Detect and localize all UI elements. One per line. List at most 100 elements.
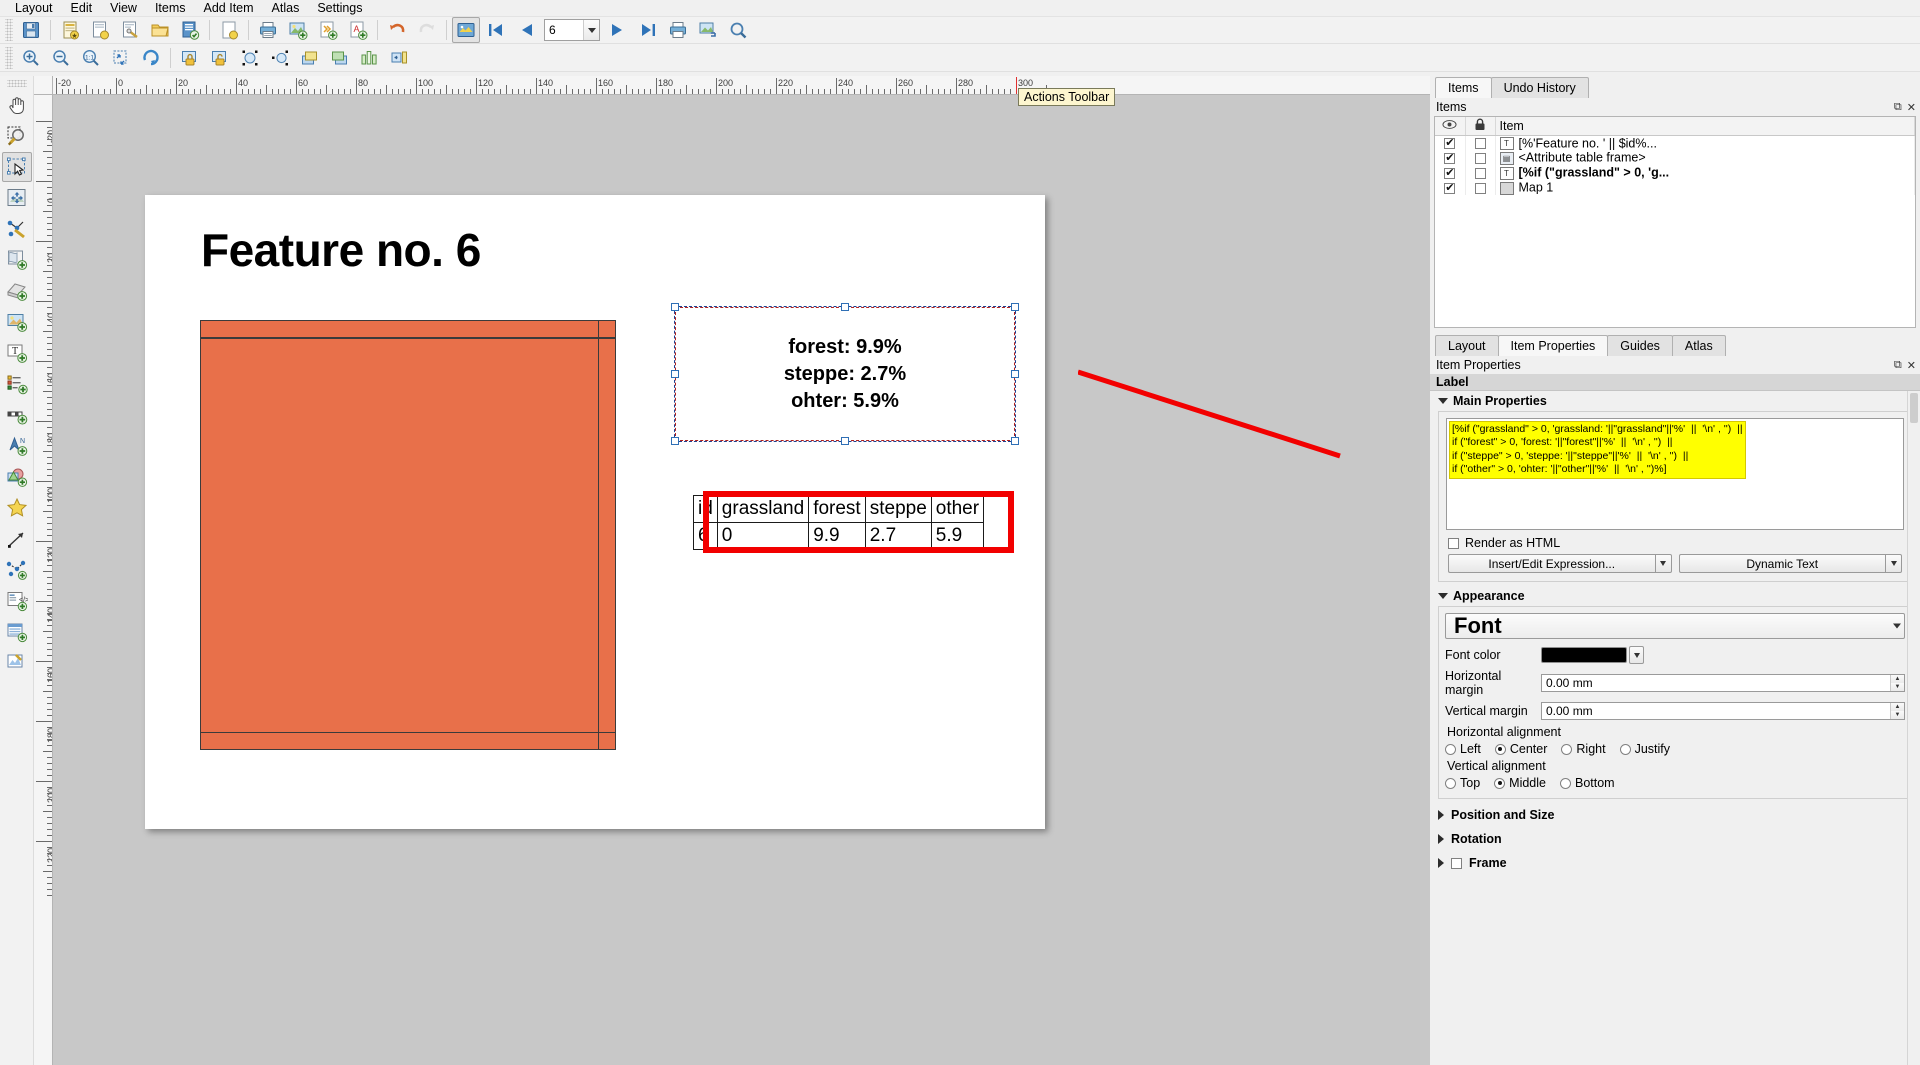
scrollbar-thumb[interactable] (1910, 393, 1918, 423)
font-color-dropdown[interactable] (1629, 646, 1644, 664)
visibility-checkbox[interactable] (1444, 136, 1456, 150)
menu-item-settings[interactable]: Settings (308, 0, 371, 16)
resize-handle-bottom-center[interactable] (841, 437, 849, 445)
resize-handle-middle-right[interactable] (1011, 370, 1019, 378)
radio-align-justify[interactable]: Justify (1619, 742, 1670, 756)
insert-expression-button[interactable]: Insert/Edit Expression... (1448, 554, 1655, 573)
tab-undo-history[interactable]: Undo History (1490, 77, 1589, 98)
visibility-checkbox[interactable] (1444, 166, 1456, 180)
radio-dot[interactable] (1559, 777, 1571, 789)
resize-handle-middle-left[interactable] (671, 370, 679, 378)
pan-layout-tool[interactable] (2, 90, 32, 120)
add-html-button[interactable]: </> (2, 586, 32, 616)
add-map-button[interactable] (2, 245, 32, 275)
zoom-out-button[interactable] (47, 45, 75, 71)
properties-scrollbar[interactable] (1907, 391, 1920, 1065)
export-atlas-button[interactable] (694, 17, 722, 43)
layout-scene[interactable]: Feature no. 6 forest: 9.9% steppe: 2.7% … (53, 95, 1430, 1065)
lock-items-button[interactable] (176, 45, 204, 71)
items-row-2[interactable]: ▤ <Attribute table frame> (1435, 150, 1915, 166)
layout-canvas-area[interactable]: -20 0 20 40 60 80 100 120 140 160 180 200 220 240 260 2… (34, 76, 1430, 1065)
layout-manager-button[interactable] (116, 17, 144, 43)
radio-valign-middle[interactable]: Middle (1494, 776, 1546, 790)
preview-atlas-button[interactable] (452, 17, 480, 43)
add-pages-button[interactable] (215, 17, 243, 43)
insert-expression-split-button[interactable]: Insert/Edit Expression... (1448, 554, 1672, 573)
tab-item-properties[interactable]: Item Properties (1497, 335, 1609, 356)
render-as-html-row[interactable]: Render as HTML (1448, 536, 1904, 550)
add-3d-map-button[interactable] (2, 276, 32, 306)
menu-item-edit[interactable]: Edit (62, 0, 102, 16)
chevron-down-icon[interactable] (1438, 398, 1448, 404)
radio-valign-bottom[interactable]: Bottom (1559, 776, 1615, 790)
dynamic-text-split-button[interactable]: Dynamic Text (1678, 554, 1902, 573)
items-row-1[interactable]: T [%'Feature no. ' || $id%... (1435, 135, 1915, 151)
zoom-to-width-button[interactable] (107, 45, 135, 71)
lower-items-button[interactable] (326, 45, 354, 71)
select-move-item-tool[interactable] (1, 152, 32, 182)
new-layout-button[interactable]: ★ (56, 17, 84, 43)
chevron-down-icon[interactable] (1438, 593, 1448, 599)
close-icon[interactable]: ✕ (1907, 101, 1916, 114)
properties-body[interactable]: Main Properties [%if ("grassland" > 0, '… (1430, 390, 1920, 1065)
vertical-margin-stepper[interactable]: ▲ ▼ (1890, 703, 1904, 719)
undock-icon[interactable]: ⧉ (1894, 101, 1902, 114)
redo-button[interactable] (413, 17, 441, 43)
add-shape-button[interactable] (2, 462, 32, 492)
undock-icon[interactable]: ⧉ (1894, 359, 1902, 372)
attribute-table-item[interactable]: id grassland forest steppe other 6 0 9.9… (693, 495, 985, 550)
lock-checkbox[interactable] (1474, 152, 1486, 164)
menu-item-items[interactable]: Items (146, 0, 195, 16)
menu-item-atlas[interactable]: Atlas (263, 0, 309, 16)
toolbar-handle-2[interactable] (5, 46, 13, 69)
close-icon[interactable]: ✕ (1907, 359, 1916, 372)
duplicate-layout-button[interactable] (86, 17, 114, 43)
atlas-settings-button[interactable] (724, 17, 752, 43)
left-toolbar-handle[interactable] (6, 80, 27, 87)
visibility-checkbox[interactable] (1444, 181, 1456, 195)
add-picture-button[interactable] (2, 307, 32, 337)
visibility-checkbox[interactable] (1444, 151, 1456, 165)
resize-handle-top-center[interactable] (841, 303, 849, 311)
save-template-button[interactable] (176, 17, 204, 43)
dynamic-text-dropdown-arrow[interactable] (1885, 554, 1902, 573)
add-attribute-table-button[interactable] (2, 617, 32, 647)
add-legend-button[interactable] (2, 369, 32, 399)
items-row-3[interactable]: T [%if ("grassland" > 0, 'g... (1435, 165, 1915, 181)
radio-dot[interactable] (1561, 743, 1573, 755)
print-atlas-button[interactable] (664, 17, 692, 43)
chevron-down-icon[interactable] (1893, 623, 1901, 629)
chevron-right-icon[interactable] (1438, 858, 1444, 868)
previous-feature-button[interactable] (512, 17, 540, 43)
export-image-button[interactable] (284, 17, 312, 43)
feature-number-combo[interactable]: 6 (544, 19, 600, 41)
main-properties-group-header[interactable]: Main Properties (1430, 391, 1920, 411)
next-feature-button[interactable] (604, 17, 632, 43)
items-row-4[interactable]: Map 1 (1435, 180, 1915, 196)
dynamic-text-button[interactable]: Dynamic Text (1678, 554, 1885, 573)
radio-align-left[interactable]: Left (1445, 742, 1481, 756)
chevron-down-icon[interactable] (583, 20, 599, 40)
appearance-group-header[interactable]: Appearance (1430, 586, 1920, 606)
add-north-arrow-button[interactable]: N (2, 431, 32, 461)
chevron-right-icon[interactable] (1438, 810, 1444, 820)
position-and-size-section[interactable]: Position and Size (1430, 803, 1920, 827)
add-scalebar-button[interactable] (2, 400, 32, 430)
zoom-1to1-button[interactable]: 1:1 (77, 45, 105, 71)
radio-align-center[interactable]: Center (1494, 742, 1547, 756)
add-marker-button[interactable] (2, 493, 32, 523)
edit-nodes-tool[interactable] (2, 214, 32, 244)
insert-expression-dropdown-arrow[interactable] (1654, 554, 1672, 573)
render-as-html-checkbox[interactable] (1448, 537, 1459, 549)
items-list-panel[interactable]: Item T [%'Feature no. ' || $id%... ▤ <Attr… (1434, 116, 1916, 328)
menu-item-layout[interactable]: Layout (6, 0, 62, 16)
map-item[interactable] (200, 320, 616, 750)
horizontal-margin-stepper[interactable]: ▲ ▼ (1890, 675, 1904, 691)
toolbar-handle[interactable] (5, 19, 13, 41)
resize-handle-bottom-left[interactable] (671, 437, 679, 445)
add-arrow-button[interactable] (2, 524, 32, 554)
lock-checkbox[interactable] (1474, 182, 1486, 194)
first-feature-button[interactable] (482, 17, 510, 43)
tab-layout[interactable]: Layout (1435, 335, 1499, 356)
selected-label-item[interactable]: forest: 9.9% steppe: 2.7% ohter: 5.9% (671, 303, 1019, 445)
